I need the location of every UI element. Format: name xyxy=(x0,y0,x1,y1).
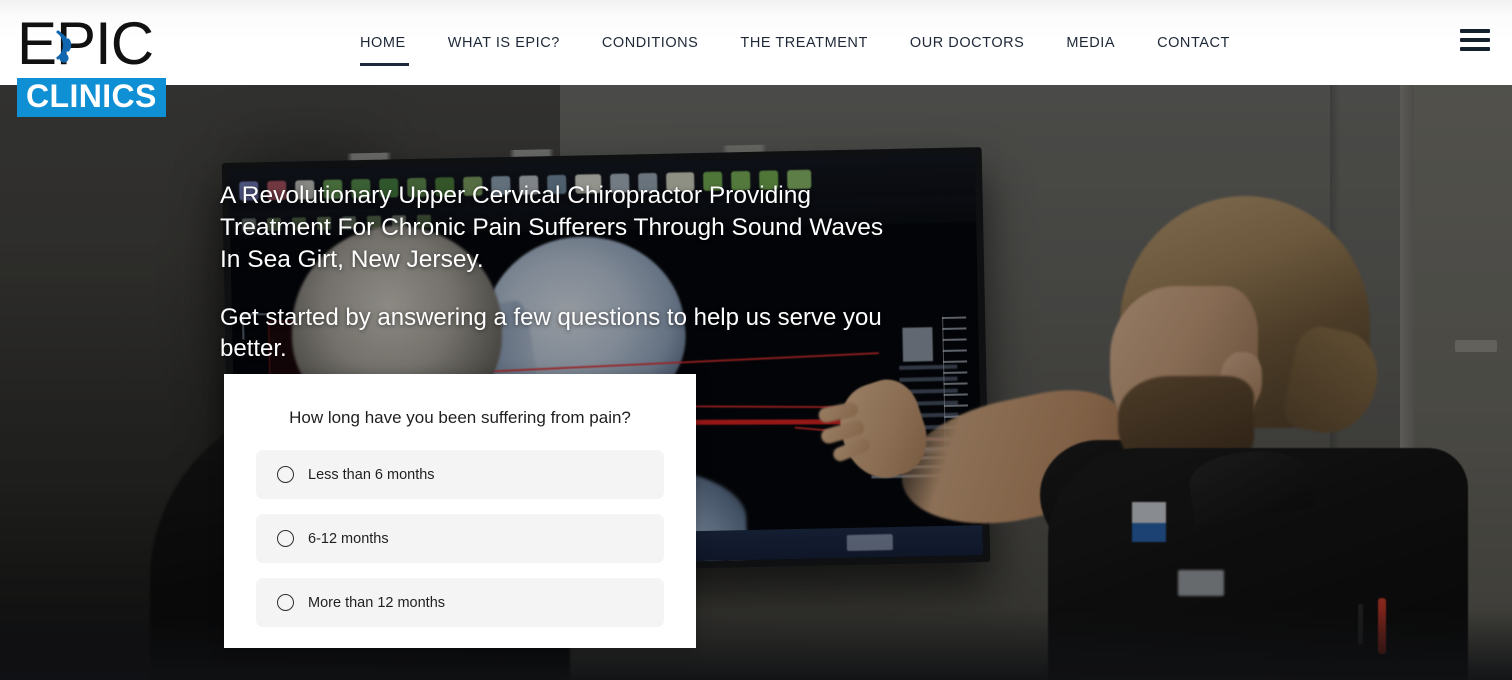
hamburger-bar xyxy=(1460,38,1490,42)
logo-clinics-wordmark: CLINICS xyxy=(17,78,166,117)
nav-active-underline xyxy=(360,62,409,66)
nav-item-the-treatment[interactable]: THE TREATMENT xyxy=(719,35,888,51)
quiz-option-label: More than 12 months xyxy=(308,594,446,611)
quiz-card: How long have you been suffering from pa… xyxy=(224,374,696,648)
nav-item-label: HOME xyxy=(360,34,406,51)
logo-epic-wordmark: EPIC xyxy=(17,14,163,76)
radio-icon[interactable] xyxy=(277,530,294,547)
page-title: A Revolutionary Upper Cervical Chiroprac… xyxy=(220,182,884,273)
site-logo[interactable]: EPIC CLINICS xyxy=(17,14,166,117)
quiz-option-label: 6-12 months xyxy=(308,530,389,547)
nav-item-conditions[interactable]: CONDITIONS xyxy=(581,35,720,51)
nav-item-home[interactable]: HOME xyxy=(360,34,427,66)
hamburger-bar xyxy=(1460,29,1490,33)
nav-item-media[interactable]: MEDIA xyxy=(1045,35,1136,51)
quiz-option-6-12-months[interactable]: 6-12 months xyxy=(256,514,664,563)
radio-icon[interactable] xyxy=(277,594,294,611)
svg-text:EPIC: EPIC xyxy=(17,14,153,76)
hamburger-bar xyxy=(1460,47,1490,51)
quiz-option-less-than-6-months[interactable]: Less than 6 months xyxy=(256,450,664,499)
quiz-option-more-than-12-months[interactable]: More than 12 months xyxy=(256,578,664,627)
quiz-question: How long have you been suffering from pa… xyxy=(289,408,631,427)
radio-icon[interactable] xyxy=(277,466,294,483)
nav-item-what-is-epic[interactable]: WHAT IS EPIC? xyxy=(427,35,581,51)
nav-item-contact[interactable]: CONTACT xyxy=(1136,35,1251,51)
page-stage: R xyxy=(0,0,1512,680)
hero-copy: A Revolutionary Upper Cervical Chiroprac… xyxy=(220,180,910,364)
quiz-option-label: Less than 6 months xyxy=(308,466,435,483)
hero-subheadline: Get started by answering a few questions… xyxy=(220,303,882,362)
main-navigation: HOME WHAT IS EPIC? CONDITIONS THE TREATM… xyxy=(360,0,1251,85)
hamburger-icon[interactable] xyxy=(1460,29,1490,51)
nav-item-our-doctors[interactable]: OUR DOCTORS xyxy=(889,35,1046,51)
site-header: HOME WHAT IS EPIC? CONDITIONS THE TREATM… xyxy=(0,0,1512,85)
